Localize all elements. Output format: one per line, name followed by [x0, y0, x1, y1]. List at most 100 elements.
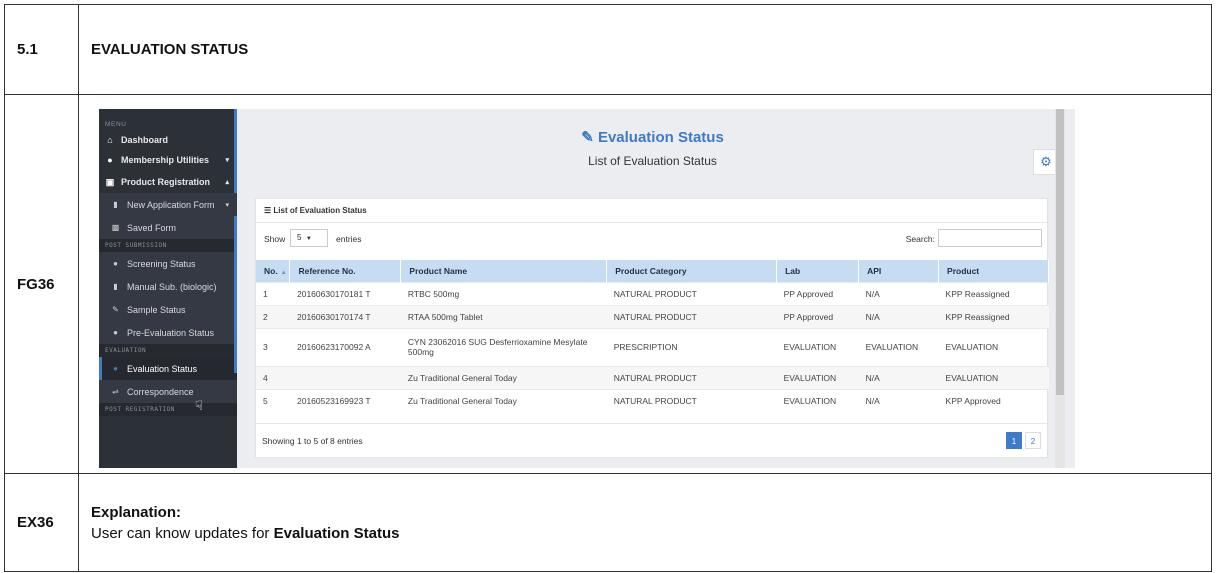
column-header[interactable]: Lab — [776, 260, 860, 282]
sidebar-item-manual-sub[interactable]: ▮ Manual Sub. (biologic) — [99, 275, 237, 298]
menu-label: MENU — [105, 121, 127, 128]
sidebar-item-label: New Application Form — [127, 199, 215, 210]
sidebar-item-dashboard[interactable]: ⌂ Dashboard — [99, 130, 237, 149]
sidebar-item-sample[interactable]: ✎ Sample Status — [99, 298, 237, 321]
section-post-submission: POST SUBMISSION — [99, 239, 237, 252]
entries-label: entries — [336, 234, 362, 244]
save-icon: ▩ — [111, 223, 120, 232]
table-cell: 20160623170092 A — [289, 327, 401, 366]
caret-down-icon: ▾ — [225, 157, 229, 164]
sidebar-item-pre-evaluation[interactable]: ● Pre-Evaluation Status — [99, 321, 237, 344]
column-header[interactable]: Product Category — [606, 260, 778, 282]
table-footer: Showing 1 to 5 of 8 entries 1 2 — [256, 423, 1047, 453]
edit-icon: ✎ — [581, 129, 598, 146]
column-header[interactable]: Reference No. — [289, 260, 402, 282]
sidebar-item-evaluation-status[interactable]: ● Evaluation Status — [99, 357, 237, 380]
sidebar-item-label: Evaluation Status — [127, 363, 198, 374]
column-header[interactable]: API — [858, 260, 940, 282]
table-cell: 5 — [256, 388, 290, 412]
exchange-icon: ⇌ — [112, 387, 119, 396]
sidebar-item-saved-form[interactable]: ▩ Saved Form — [99, 216, 237, 239]
caret-down-icon: ▾ — [225, 201, 229, 209]
sort-asc-icon: ▲ — [280, 269, 287, 276]
list-icon: ☰ — [264, 206, 274, 215]
caret-up-icon: ▴ — [225, 179, 229, 186]
table-row[interactable]: 3 20160623170092 A CYN 23062016 SUG Desfer… — [256, 327, 1049, 366]
scrollbar-thumb[interactable] — [1056, 109, 1064, 395]
table-cell: N/A — [858, 304, 939, 328]
sidebar: MENU ⌂ Dashboard ● Membership Utilities … — [99, 109, 237, 468]
panel-heading-text: List of Evaluation Status — [273, 206, 367, 215]
info-icon: ● — [113, 364, 118, 373]
page-button-1[interactable]: 1 — [1006, 432, 1022, 449]
section-number: 5.1 — [4, 4, 79, 95]
sidebar-item-label: Product Registration — [121, 177, 211, 187]
table-cell: EVALUATION — [776, 365, 859, 389]
table-cell: 2 — [256, 304, 290, 328]
sidebar-item-label: Correspondence — [127, 386, 194, 397]
table-cell: NATURAL PRODUCT — [606, 304, 777, 328]
explanation-text: User can know updates for — [91, 524, 274, 542]
table-cell: EVALUATION — [938, 327, 1049, 366]
explanation-bold: Evaluation Status — [273, 524, 400, 542]
sidebar-item-product-registration[interactable]: ▣ Product Registration ▴ — [99, 171, 237, 193]
app-screenshot: MENU ⌂ Dashboard ● Membership Utilities … — [99, 109, 1075, 468]
table-cell: N/A — [858, 388, 939, 412]
caret-down-icon: ▼ — [305, 236, 312, 242]
sidebar-item-new-application[interactable]: ▮ New Application Form ▾ — [99, 193, 237, 216]
search-input[interactable] — [938, 229, 1042, 247]
page-scrollbar[interactable] — [1055, 109, 1065, 468]
file-icon: ▮ — [113, 200, 118, 209]
table-cell: 20160630170174 T — [289, 304, 401, 328]
page-title: ✎ Evaluation Status — [240, 128, 1065, 146]
search-label: Search: — [905, 234, 935, 244]
section-title: EVALUATION STATUS — [78, 4, 1212, 95]
table-cell: NATURAL PRODUCT — [606, 388, 777, 412]
column-header[interactable]: Product Name — [400, 260, 608, 282]
table-cell: KPP Reassigned — [938, 304, 1049, 328]
table-cell: NATURAL PRODUCT — [606, 365, 777, 389]
book-icon: ▮ — [113, 282, 118, 291]
table-cell: 20160523169923 T — [289, 388, 401, 412]
sidebar-item-label: Dashboard — [121, 134, 169, 145]
files-icon: ▣ — [105, 176, 115, 187]
table-cell: Zu Traditional General Today — [400, 388, 607, 412]
table-cell: KPP Reassigned — [938, 281, 1049, 305]
table-cell: PP Approved — [776, 304, 859, 328]
table-cell: EVALUATION — [776, 327, 859, 366]
table-row[interactable]: 1 20160630170181 T RTBC 500mg NATURAL PRODU… — [256, 281, 1049, 305]
section-evaluation: EVALUATION — [99, 344, 237, 357]
sidebar-item-correspondence[interactable]: ⇌ Correspondence — [99, 380, 237, 403]
page-subtitle: List of Evaluation Status — [588, 154, 717, 168]
column-header[interactable]: No. ▲ — [256, 260, 291, 282]
entries-select[interactable]: 5 ▼ — [290, 229, 328, 247]
main-content: ✎ Evaluation Status List of Evaluation S… — [240, 109, 1065, 468]
table-row[interactable]: 5 20160523169923 T Zu Traditional General … — [256, 388, 1049, 412]
panel-heading: ☰ List of Evaluation Status — [256, 199, 1047, 223]
sidebar-item-screening[interactable]: ● Screening Status — [99, 252, 237, 275]
table-cell: RTBC 500mg — [400, 281, 607, 305]
evaluation-panel: ☰ List of Evaluation Status Show 5 ▼ ent… — [255, 198, 1049, 458]
table-cell: 4 — [256, 365, 290, 389]
column-header[interactable]: Product — [938, 260, 1049, 282]
page-button-2[interactable]: 2 — [1025, 432, 1041, 449]
table-cell: 1 — [256, 281, 290, 305]
table-controls: Show 5 ▼ entries Search: — [256, 223, 1047, 253]
table-row[interactable]: 4 Zu Traditional General Today NATURAL PRO… — [256, 365, 1049, 389]
table-cell: PRESCRIPTION — [606, 327, 777, 366]
table-cell: PP Approved — [776, 281, 859, 305]
table-row[interactable]: 2 20160630170174 T RTAA 500mg Tablet NATURA… — [256, 304, 1049, 328]
pagination-info: Showing 1 to 5 of 8 entries — [262, 436, 363, 446]
table-cell: EVALUATION — [776, 388, 859, 412]
table-cell: KPP Approved — [938, 388, 1049, 412]
table-cell — [289, 365, 401, 389]
sidebar-item-label: Pre-Evaluation Status — [127, 327, 215, 338]
sidebar-item-membership[interactable]: ● Membership Utilities ▾ — [99, 149, 237, 171]
hand-cursor-icon: ☟ — [195, 398, 203, 413]
table-cell: 3 — [256, 327, 290, 366]
explanation-title: Explanation: — [91, 503, 182, 521]
info-icon: ● — [113, 328, 118, 337]
table-cell: NATURAL PRODUCT — [606, 281, 777, 305]
figure-label: FG36 — [4, 94, 79, 474]
home-icon: ⌂ — [107, 134, 113, 145]
